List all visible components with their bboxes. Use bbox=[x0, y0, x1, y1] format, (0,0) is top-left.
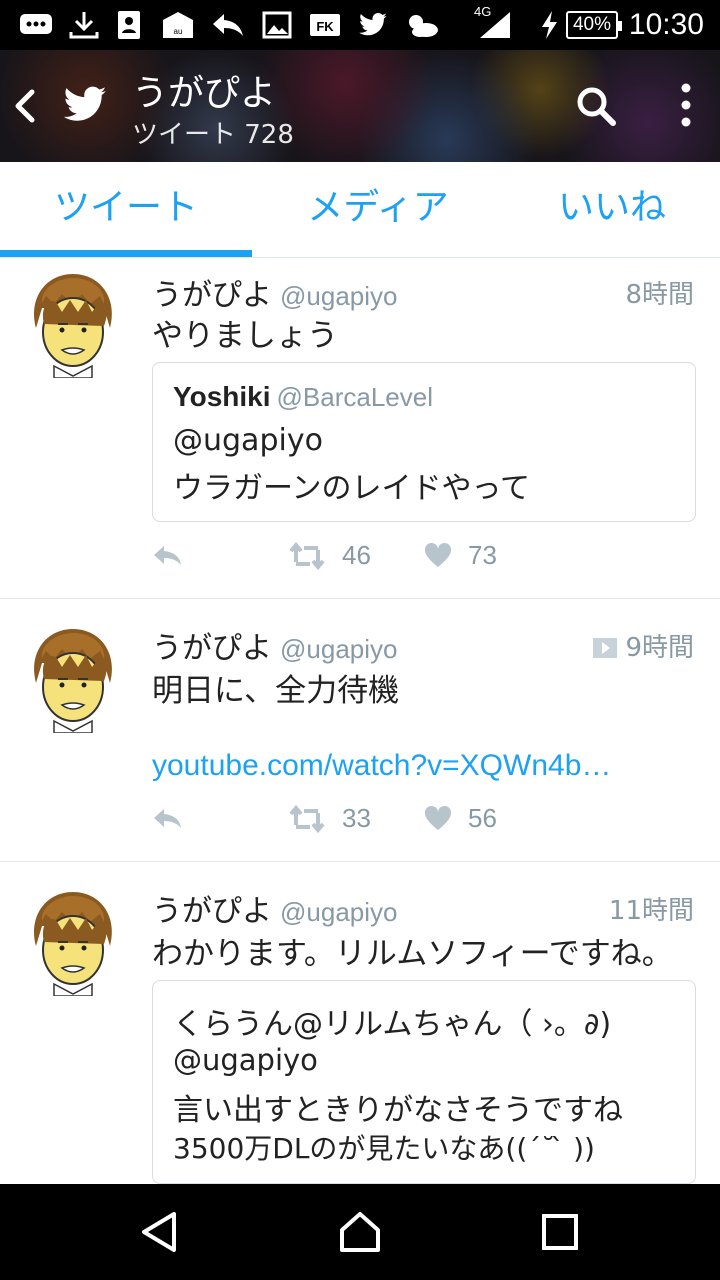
au-mail-icon: au bbox=[163, 12, 193, 38]
quoted-text-line: @ugapiyo bbox=[173, 423, 323, 458]
like-count: 56 bbox=[468, 803, 497, 833]
author-name: うがぴよ bbox=[152, 631, 272, 666]
active-tab-indicator bbox=[0, 250, 252, 257]
twitter-icon bbox=[359, 13, 387, 36]
tweet-text: 明日に、全力待機 bbox=[152, 673, 400, 709]
status-bar: au FK 4G 40% 10:30 bbox=[0, 0, 720, 50]
reply-icon[interactable] bbox=[152, 805, 184, 833]
back-icon[interactable] bbox=[10, 86, 40, 126]
avatar[interactable] bbox=[26, 268, 120, 378]
author-handle: @ugapiyo bbox=[280, 281, 398, 311]
more-options-icon[interactable] bbox=[672, 80, 700, 130]
home-nav-icon[interactable] bbox=[336, 1208, 384, 1256]
tweet-link[interactable]: youtube.com/watch?v=XQWn4b… bbox=[152, 749, 611, 783]
tweet-count: ツイート 728 bbox=[132, 120, 294, 150]
author-handle: @ugapiyo bbox=[280, 634, 398, 664]
tweet-text: やりましょう bbox=[152, 318, 338, 354]
retweet-icon[interactable] bbox=[288, 805, 326, 833]
author-name: うがぴよ bbox=[152, 894, 272, 929]
tweet-item[interactable]: うがぴよ @ugapiyo 9時間 明日に、全力待機 youtube.com/wa… bbox=[0, 599, 720, 862]
quoted-tweet[interactable]: Yoshiki @BarcaLevel @ugapiyo ウラガーンのレイドやって bbox=[152, 362, 696, 522]
tab-likes[interactable]: いいね bbox=[504, 162, 720, 258]
avatar[interactable] bbox=[26, 886, 120, 996]
fk-icon: FK bbox=[310, 14, 340, 36]
weather-icon bbox=[409, 15, 438, 37]
tweet-text: わかります。リルムソフィーですね。 bbox=[152, 936, 673, 972]
video-icon bbox=[593, 638, 618, 658]
profile-header: うがぴよ ツイート 728 bbox=[0, 50, 720, 162]
quoted-text-line: @ugapiyo bbox=[173, 1043, 318, 1077]
like-count: 73 bbox=[468, 540, 497, 570]
quoted-author: Yoshiki @BarcaLevel bbox=[173, 381, 433, 413]
tweet-timestamp: 11時間 bbox=[608, 896, 694, 926]
download-icon bbox=[69, 12, 99, 39]
reply-icon[interactable] bbox=[152, 542, 184, 570]
twitter-bird-icon bbox=[63, 86, 107, 121]
author-name: うがぴよ bbox=[152, 278, 272, 313]
tweet-actions: 33 56 bbox=[152, 801, 552, 841]
svg-text:FK: FK bbox=[316, 19, 334, 34]
tab-tweets[interactable]: ツイート bbox=[0, 162, 252, 258]
profile-name: うがぴよ bbox=[132, 73, 277, 114]
battery-level: 40% bbox=[566, 11, 622, 39]
chat-icon bbox=[20, 14, 52, 34]
tweet-author[interactable]: うがぴよ @ugapiyo bbox=[152, 623, 397, 667]
retweet-icon[interactable] bbox=[288, 542, 326, 570]
search-icon[interactable] bbox=[574, 84, 618, 128]
contact-icon bbox=[118, 11, 140, 39]
tweet-item[interactable]: うがぴよ @ugapiyo 11時間 わかります。リルムソフィーですね。 くらうん… bbox=[0, 862, 720, 1184]
system-navigation-bar bbox=[0, 1184, 720, 1280]
retweet-count: 46 bbox=[342, 540, 371, 570]
quoted-author-name: くらうん@リルムちゃん（ ›。∂) bbox=[173, 1007, 612, 1042]
tweet-author[interactable]: うがぴよ @ugapiyo bbox=[152, 270, 397, 314]
author-handle: @ugapiyo bbox=[280, 897, 398, 927]
back-nav-icon[interactable] bbox=[136, 1208, 184, 1256]
like-icon[interactable] bbox=[424, 542, 452, 568]
tweet-author[interactable]: うがぴよ @ugapiyo bbox=[152, 886, 397, 930]
tab-media[interactable]: メディア bbox=[252, 162, 504, 258]
charging-icon bbox=[542, 11, 557, 39]
svg-text:au: au bbox=[174, 27, 183, 36]
clock: 10:30 bbox=[628, 8, 704, 41]
image-icon bbox=[262, 11, 292, 39]
like-icon[interactable] bbox=[424, 805, 452, 831]
quoted-text-line: 言い出すときりがなさそうですね bbox=[173, 1093, 623, 1128]
tweet-actions: 46 73 bbox=[152, 538, 552, 578]
profile-tabs: ツイート メディア いいね bbox=[0, 162, 720, 258]
quoted-author-handle: @BarcaLevel bbox=[276, 382, 433, 412]
avatar[interactable] bbox=[26, 623, 120, 733]
tweet-timestamp: 9時間 bbox=[593, 627, 694, 664]
reply-icon bbox=[213, 14, 243, 36]
recent-apps-icon[interactable] bbox=[536, 1208, 584, 1256]
timestamp-text: 9時間 bbox=[625, 633, 694, 663]
tweet-item[interactable]: うがぴよ @ugapiyo 8時間 やりましょう Yoshiki @BarcaLev… bbox=[0, 258, 720, 599]
quoted-text-line: ウラガーンのレイドやって bbox=[173, 471, 530, 506]
quoted-text-line: 3500万DLのが見たいなあ((´˘ ̀ )) bbox=[173, 1132, 595, 1165]
quoted-author-name: Yoshiki bbox=[173, 381, 271, 412]
quoted-tweet[interactable]: くらうん@リルムちゃん（ ›。∂) @ugapiyo 言い出すときりがなさそうで… bbox=[152, 980, 696, 1184]
retweet-count: 33 bbox=[342, 803, 371, 833]
tweet-timestamp: 8時間 bbox=[625, 280, 694, 310]
signal-icon bbox=[480, 12, 510, 38]
